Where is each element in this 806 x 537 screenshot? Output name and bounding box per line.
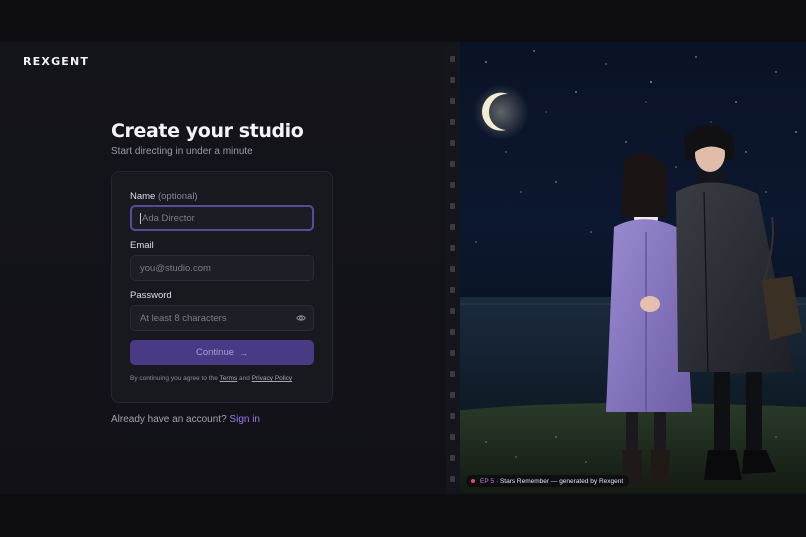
film-perforation — [450, 140, 455, 146]
film-perforation — [450, 266, 455, 272]
film-perforation — [450, 308, 455, 314]
moon-glow — [473, 84, 529, 140]
film-perforation — [450, 77, 455, 83]
eye-icon[interactable] — [296, 313, 306, 323]
film-perforation — [450, 56, 455, 62]
text-caret — [140, 212, 141, 224]
continue-button[interactable]: Continue → — [130, 340, 314, 365]
continue-label: Continue — [195, 347, 235, 358]
film-perforation — [450, 203, 455, 209]
optional-hint: (optional) — [157, 191, 198, 202]
film-perforation — [450, 245, 455, 251]
film-perforation — [450, 455, 455, 461]
film-perforation — [450, 350, 455, 356]
film-perforation — [450, 434, 455, 440]
film-perforation — [450, 98, 455, 104]
hero-image — [446, 42, 806, 494]
film-perforation — [450, 371, 455, 377]
film-perforation — [450, 119, 455, 125]
film-perforation — [450, 161, 455, 167]
film-perforation — [450, 329, 455, 335]
film-perforation — [450, 182, 455, 188]
email-label: Email — [130, 240, 154, 251]
signup-card: Name (optional) Ada Director Email you@s… — [111, 171, 333, 403]
legal-notice: By continuing you agree to the Terms and… — [130, 375, 292, 382]
signin-link[interactable]: Sign in — [229, 414, 260, 425]
name-input[interactable]: Ada Director — [130, 205, 314, 231]
arrow-right-icon: → — [239, 347, 249, 358]
signin-prompt: Already have an account? Sign in — [111, 414, 260, 425]
filmstrip-edge — [446, 42, 460, 494]
password-placeholder: At least 8 characters — [140, 312, 227, 324]
page-title: Create your studio — [111, 120, 304, 142]
page-subtitle: Start directing in under a minute — [111, 146, 253, 157]
signin-prompt-text: Already have an account? — [111, 414, 227, 425]
name-placeholder: Ada Director — [142, 212, 195, 224]
email-input[interactable]: you@studio.com — [130, 255, 314, 281]
caption-episode: EP 5 — [480, 477, 494, 485]
film-perforation — [450, 224, 455, 230]
caption-text: · Stars Remember — generated by Rexgent — [495, 477, 624, 485]
brand-logo[interactable]: REXGENT — [23, 55, 89, 68]
name-label-text: Name — [130, 191, 156, 202]
live-dot-icon — [471, 479, 475, 483]
password-label: Password — [130, 290, 172, 301]
terms-link[interactable]: Terms — [220, 375, 238, 382]
legal-and: and — [239, 375, 250, 382]
legal-prefix: By continuing you agree to the — [130, 375, 218, 382]
hero-caption: EP 5 · Stars Remember — generated by Rex… — [466, 475, 630, 487]
email-placeholder: you@studio.com — [140, 262, 211, 274]
password-input[interactable]: At least 8 characters — [130, 305, 314, 331]
film-perforation — [450, 413, 455, 419]
name-label: Name (optional) — [130, 191, 198, 202]
film-perforation — [450, 392, 455, 398]
film-perforation — [450, 476, 455, 482]
hero-scene — [446, 50, 806, 494]
film-perforation — [450, 287, 455, 293]
privacy-link[interactable]: Privacy Policy — [252, 375, 292, 382]
